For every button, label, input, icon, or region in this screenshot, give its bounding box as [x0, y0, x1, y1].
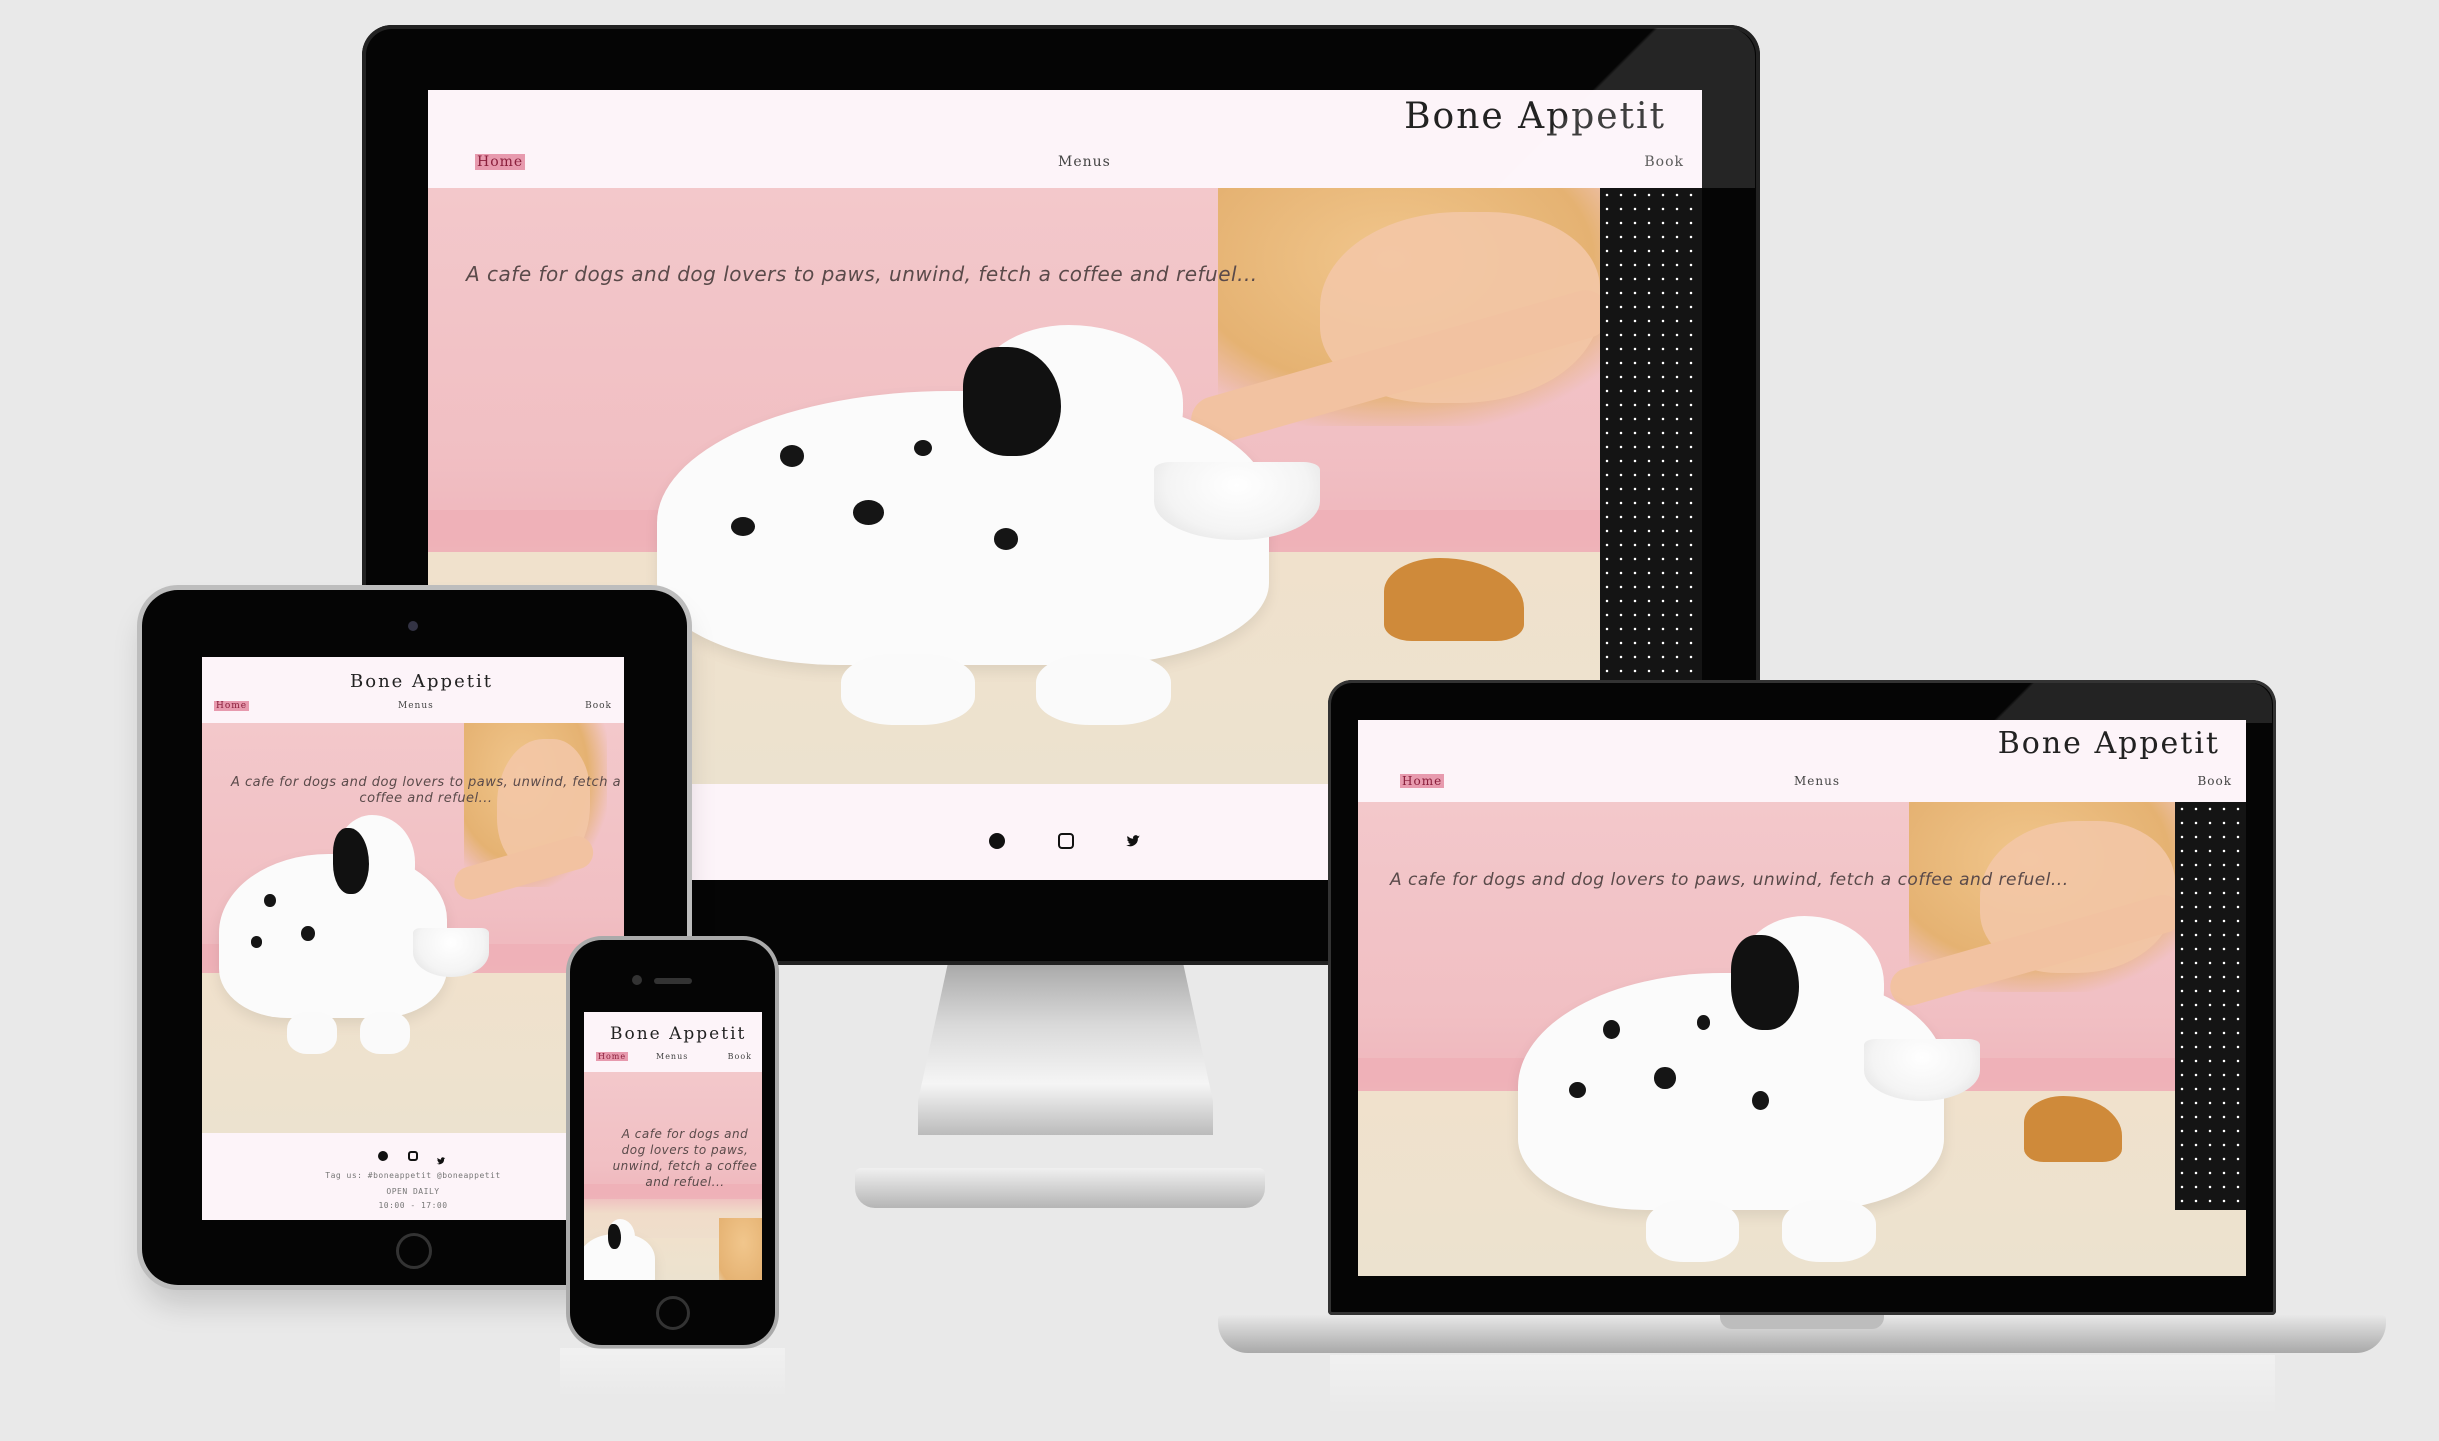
nav-book[interactable]: Book [728, 1052, 752, 1061]
imac-glare [1480, 28, 1755, 188]
twitter-icon[interactable] [436, 1151, 446, 1165]
footer-tag-us: Tag us: #boneappetit @boneappetit [325, 1171, 501, 1180]
footer-open-daily: OPEN DAILY [386, 1187, 440, 1196]
phone-speaker [654, 978, 692, 984]
tablet-home-button [396, 1233, 432, 1269]
hero-tagline: A cafe for dogs and dog lovers to paws, … [230, 775, 622, 806]
nav-book[interactable]: Book [2197, 774, 2232, 788]
nav-home[interactable]: Home [1400, 774, 1445, 788]
floor-reflection [1330, 1355, 2275, 1415]
imac-stand [918, 965, 1213, 1135]
hero-tagline: A cafe for dogs and dog lovers to paws, … [612, 1127, 758, 1189]
phone-camera [632, 975, 642, 985]
nav-home[interactable]: Home [596, 1052, 629, 1061]
hero-tagline: A cafe for dogs and dog lovers to paws, … [1390, 870, 2069, 890]
facebook-icon[interactable] [989, 833, 1005, 849]
nav-book[interactable]: Book [585, 701, 612, 711]
nav-menus[interactable]: Menus [656, 1052, 688, 1061]
nav-menus[interactable]: Menus [1058, 154, 1111, 170]
laptop-site: Bone Appetit Home Menus Book A cafe for … [1358, 720, 2246, 1276]
site-brand[interactable]: Bone Appetit [350, 671, 493, 692]
instagram-icon[interactable] [1058, 833, 1074, 849]
site-brand[interactable]: Bone Appetit [610, 1024, 746, 1044]
nav-menus[interactable]: Menus [1794, 774, 1840, 788]
laptop-glare [1910, 683, 2272, 723]
twitter-icon[interactable] [1125, 833, 1141, 849]
phone-home-button [656, 1296, 690, 1330]
facebook-icon[interactable] [378, 1151, 388, 1161]
tablet-site: Bone Appetit Home Menus Book A cafe for … [202, 657, 624, 1220]
nav-home[interactable]: Home [214, 701, 250, 711]
site-brand[interactable]: Bone Appetit [1998, 726, 2220, 761]
laptop-notch [1720, 1315, 1884, 1329]
tablet-camera [408, 621, 418, 631]
mobile-site: Bone Appetit Home Menus Book A cafe for … [584, 1012, 762, 1280]
footer-hours: 10:00 - 17:00 [378, 1201, 448, 1210]
hero-tagline: A cafe for dogs and dog lovers to paws, … [466, 262, 1258, 286]
floor-reflection [560, 1348, 785, 1398]
nav-home[interactable]: Home [475, 154, 526, 170]
imac-base [855, 1168, 1265, 1208]
instagram-icon[interactable] [408, 1151, 418, 1161]
nav-menus[interactable]: Menus [398, 701, 434, 711]
